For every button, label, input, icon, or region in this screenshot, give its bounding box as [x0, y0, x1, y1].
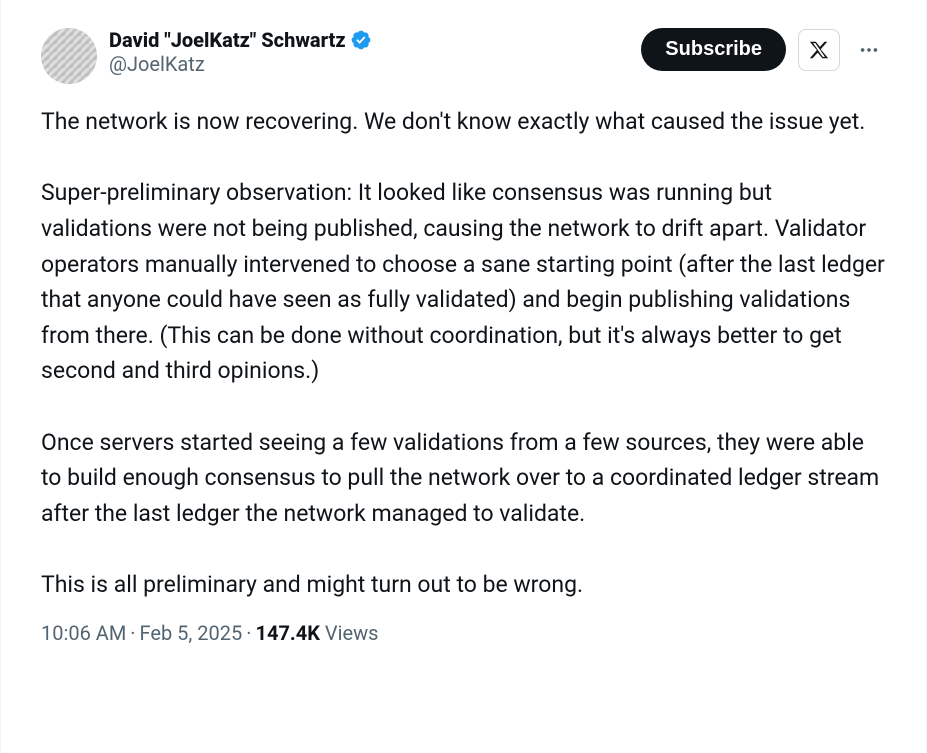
- header-actions: Subscribe: [641, 28, 886, 71]
- name-row: David "JoelKatz" Schwartz: [109, 28, 629, 52]
- more-options-icon[interactable]: [852, 33, 886, 67]
- user-handle[interactable]: @JoelKatz: [109, 52, 629, 76]
- tweet-meta: 10:06 AM·Feb 5, 2025·147.4K Views: [41, 621, 886, 645]
- views-count[interactable]: 147.4K: [256, 621, 320, 645]
- subscribe-button[interactable]: Subscribe: [641, 28, 786, 71]
- x-ad-icon[interactable]: [798, 29, 840, 71]
- tweet-text: The network is now recovering. We don't …: [41, 104, 886, 603]
- display-name[interactable]: David "JoelKatz" Schwartz: [109, 28, 346, 52]
- views-label: Views: [325, 621, 379, 645]
- tweet-header: David "JoelKatz" Schwartz @JoelKatz Subs…: [41, 28, 886, 84]
- tweet-date[interactable]: Feb 5, 2025: [140, 621, 243, 645]
- verified-badge-icon: [350, 29, 372, 51]
- user-info: David "JoelKatz" Schwartz @JoelKatz: [109, 28, 629, 76]
- avatar[interactable]: [41, 28, 97, 84]
- tweet-container: David "JoelKatz" Schwartz @JoelKatz Subs…: [17, 16, 910, 645]
- tweet-time[interactable]: 10:06 AM: [41, 621, 126, 645]
